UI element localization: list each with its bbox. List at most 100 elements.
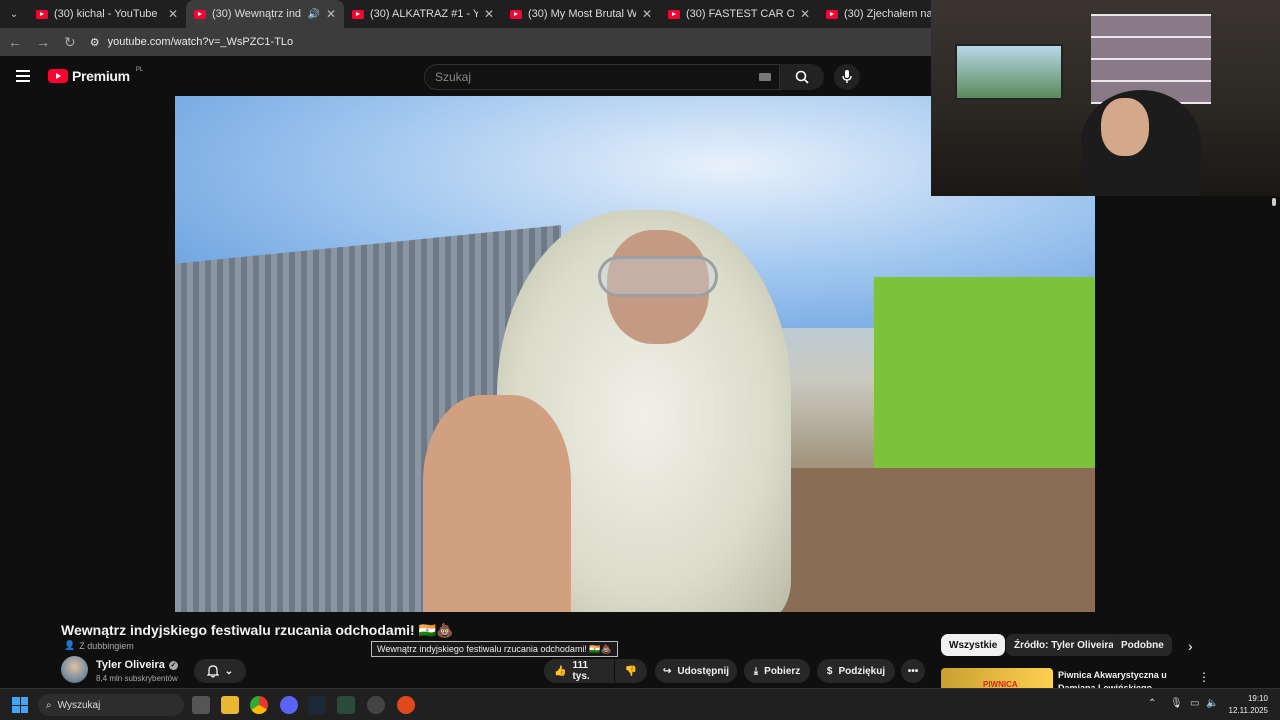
tray-chevron-icon[interactable]: ⌃ — [1148, 698, 1156, 709]
app-icon[interactable] — [397, 696, 415, 714]
clock-time: 19:10 — [1247, 694, 1268, 703]
file-explorer-icon[interactable] — [221, 696, 239, 714]
voice-search-button[interactable] — [834, 64, 860, 90]
youtube-favicon-icon — [668, 9, 680, 19]
recommendation-thumbnail[interactable]: PIWNICA — [941, 668, 1053, 690]
tab-title: (30) FASTEST CAR ON THE PLAN — [686, 8, 794, 20]
windows-start-icon[interactable] — [12, 697, 28, 713]
menu-icon[interactable] — [16, 70, 30, 85]
tab-title: (30) ALKATRAZ #1 - YouTube — [370, 8, 478, 20]
thanks-icon: $ — [826, 665, 833, 677]
like-count: 111 tys. — [572, 660, 590, 682]
tray-network-icon[interactable]: ▭ — [1190, 698, 1199, 709]
video-frame-arm — [423, 395, 571, 612]
youtube-favicon-icon — [352, 9, 364, 19]
share-icon: ↪ — [662, 665, 672, 677]
xbox-icon[interactable] — [337, 696, 355, 714]
bell-icon — [206, 664, 219, 678]
youtube-favicon-icon — [36, 9, 48, 19]
close-tab-icon[interactable]: ✕ — [642, 7, 652, 21]
back-arrow-icon[interactable]: ← — [8, 34, 22, 50]
obs-icon[interactable] — [367, 696, 385, 714]
browser-tab-active[interactable]: (30) Wewnątrz indyjskiego f 🔊 ✕ — [186, 0, 344, 28]
youtube-logo-icon — [48, 69, 68, 83]
webcam-streamer-head — [1101, 98, 1149, 156]
webcam-aquarium — [955, 44, 1063, 100]
youtube-favicon-icon — [510, 9, 522, 19]
url-field[interactable]: ⚙ youtube.com/watch?v=_WsPZC1-TLo — [90, 31, 293, 53]
youtube-favicon-icon — [826, 9, 838, 19]
keyboard-icon[interactable] — [759, 73, 771, 81]
channel-avatar[interactable] — [61, 656, 88, 683]
forward-arrow-icon[interactable]: → — [36, 34, 50, 50]
logo-text: Premium — [72, 68, 130, 84]
webcam-overlay — [931, 0, 1280, 196]
tray-microphone-icon[interactable]: 🎙 — [1170, 698, 1183, 709]
dislike-button[interactable]: 👎 — [615, 659, 647, 683]
search-button[interactable] — [780, 64, 824, 90]
chip-related[interactable]: Podobne — [1113, 634, 1172, 656]
tray-volume-icon[interactable]: 🔈 — [1206, 698, 1218, 709]
tab-title: (30) Wewnątrz indyjskiego f — [212, 8, 302, 20]
youtube-premium-logo[interactable]: Premium PL — [48, 67, 144, 84]
windows-taskbar: ⌕ Wyszukaj ⌃ 🎙 ▭ 🔈 19:10 12.11.2025 — [0, 688, 1280, 720]
tab-title: (30) kichal - YouTube — [54, 8, 158, 20]
clock-date: 12.11.2025 — [1228, 706, 1268, 715]
thumbs-up-icon: 👍 — [554, 665, 567, 677]
audio-playing-icon[interactable]: 🔊 — [307, 9, 319, 20]
chrome-icon[interactable] — [250, 696, 268, 714]
dubbing-icon: 👤 — [64, 640, 76, 650]
share-button[interactable]: ↪ Udostępnij — [655, 659, 737, 683]
search-icon: ⌕ — [46, 699, 52, 711]
site-info-icon[interactable]: ⚙ — [90, 36, 100, 49]
discord-icon[interactable] — [280, 696, 298, 714]
close-tab-icon[interactable]: ✕ — [168, 7, 178, 21]
more-actions-button[interactable]: ••• — [901, 659, 925, 683]
youtube-favicon-icon — [194, 9, 206, 19]
search-box[interactable] — [424, 64, 780, 90]
reload-icon[interactable]: ↻ — [64, 34, 76, 51]
browser-tab[interactable]: (30) My Most Brutal Wingsuit Fl ✕ — [502, 0, 660, 28]
tab-search-button[interactable]: ⌄ — [0, 0, 28, 28]
browser-tab[interactable]: (30) kichal - YouTube ✕ — [28, 0, 186, 28]
browser-tab[interactable]: (30) FASTEST CAR ON THE PLAN ✕ — [660, 0, 818, 28]
download-label: Pobierz — [764, 665, 801, 677]
search-icon — [795, 70, 809, 84]
channel-name[interactable]: Tyler Oliveira — [96, 659, 165, 671]
microphone-icon — [842, 70, 852, 83]
more-horizontal-icon: ••• — [907, 665, 919, 677]
share-label: Udostępnij — [677, 665, 730, 677]
notifications-button[interactable]: ⌄ — [194, 659, 246, 683]
taskbar-clock[interactable]: 19:10 12.11.2025 — [1222, 693, 1268, 717]
close-tab-icon[interactable]: ✕ — [326, 7, 336, 21]
channel-name-row[interactable]: Tyler Oliveira ✓ — [96, 659, 178, 671]
chevron-down-icon: ⌄ — [224, 665, 234, 677]
video-title: Wewnątrz indyjskiego festiwalu rzucania … — [61, 622, 454, 638]
download-button[interactable]: ⤓ Pobierz — [744, 659, 810, 683]
video-frame-goggles — [598, 255, 718, 298]
download-icon: ⤓ — [753, 665, 759, 677]
verified-check-icon: ✓ — [168, 660, 178, 670]
chip-all[interactable]: Wszystkie — [941, 634, 1006, 656]
like-button[interactable]: 👍 111 tys. — [544, 659, 614, 683]
recommendation-more-icon[interactable]: ⋮ — [1198, 670, 1210, 684]
browser-tab[interactable]: (30) ALKATRAZ #1 - YouTube ✕ — [344, 0, 502, 28]
url-text: youtube.com/watch?v=_WsPZC1-TLo — [107, 36, 294, 48]
logo-region: PL — [135, 67, 144, 73]
thanks-button[interactable]: $ Podziękuj — [817, 659, 895, 683]
chips-next-icon[interactable]: › — [1188, 638, 1193, 654]
scrollbar-thumb[interactable] — [1272, 198, 1276, 206]
subscriber-count: 8,4 mln subskrybentów — [96, 674, 178, 683]
secondary-column — [1095, 196, 1280, 612]
dubbing-label: Z dubbingiem — [79, 640, 134, 651]
task-view-icon[interactable] — [192, 696, 210, 714]
steam-icon[interactable] — [308, 696, 326, 714]
dubbing-badge: 👤 Z dubbingiem — [64, 640, 134, 651]
thanks-label: Podziękuj — [838, 665, 886, 677]
close-tab-icon[interactable]: ✕ — [800, 7, 810, 21]
taskbar-search-label: Wyszukaj — [57, 699, 101, 711]
close-tab-icon[interactable]: ✕ — [484, 7, 494, 21]
taskbar-search[interactable]: ⌕ Wyszukaj — [38, 694, 184, 716]
search-input[interactable] — [435, 70, 759, 84]
chip-source[interactable]: Źródło: Tyler Oliveira — [1006, 634, 1122, 656]
